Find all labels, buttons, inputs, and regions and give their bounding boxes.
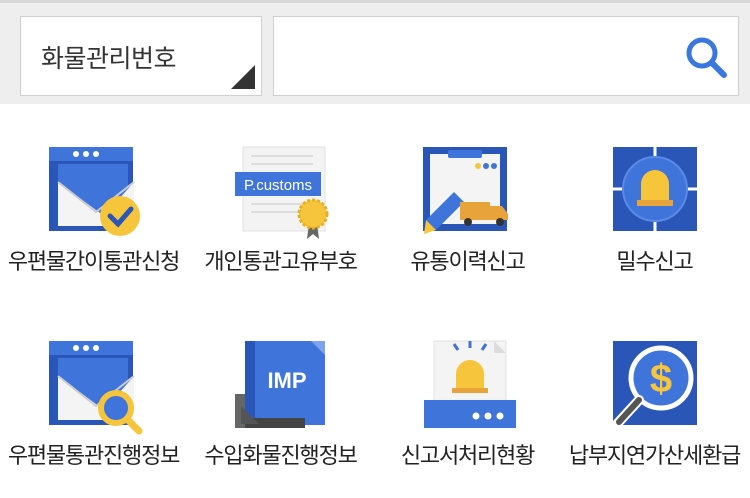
menu-item-mail-simple-clearance[interactable]: 우편물간이통관신청 xyxy=(0,104,187,298)
menu-item-label: 우편물간이통관신청 xyxy=(7,250,181,275)
menu-item-label: 밀수신고 xyxy=(616,250,693,275)
search-category-select[interactable]: 화물관리번호 xyxy=(20,16,262,96)
dollar-text: $ xyxy=(649,357,671,401)
menu-item-distribution-history[interactable]: 유통이력신고 xyxy=(374,104,561,298)
imp-text: IMP xyxy=(267,368,306,393)
menu-item-label: 신고서처리현황 xyxy=(400,444,535,469)
menu-item-personal-customs-code[interactable]: P.customs 개인통관고유부호 xyxy=(187,104,374,298)
menu-item-label: 납부지연가산세환급 xyxy=(568,444,742,469)
menu-item-late-payment-refund[interactable]: $ 납부지연가산세환급 xyxy=(561,298,748,492)
dollar-search-icon: $ xyxy=(611,341,697,429)
menu-item-mail-clearance-progress[interactable]: 우편물통관진행정보 xyxy=(0,298,187,492)
menu-item-label: 개인통관고유부호 xyxy=(204,250,358,275)
menu-item-import-cargo-progress[interactable]: IMP 수입화물진행정보 xyxy=(187,298,374,492)
search-field[interactable] xyxy=(273,16,739,96)
import-box-icon: IMP xyxy=(234,341,325,428)
search-icon[interactable] xyxy=(682,33,730,81)
menu-item-label: 수입화물진행정보 xyxy=(204,444,358,469)
siren-alert-icon xyxy=(612,147,697,231)
search-bar: 화물관리번호 xyxy=(0,0,750,104)
clipboard-truck-icon xyxy=(422,147,508,234)
menu-item-smuggling-report[interactable]: 밀수신고 xyxy=(561,104,748,298)
mail-check-icon xyxy=(48,147,140,236)
menu-item-label: 우편물통관진행정보 xyxy=(7,444,181,469)
pcustoms-certificate-icon: P.customs xyxy=(234,146,328,239)
dropdown-caret-icon xyxy=(231,65,255,89)
search-input[interactable] xyxy=(284,27,678,87)
search-category-label: 화물관리번호 xyxy=(41,44,177,73)
pcustoms-text: P.customs xyxy=(243,177,311,194)
mail-search-icon xyxy=(48,341,142,435)
report-siren-icon xyxy=(423,340,516,428)
service-menu-grid: 우편물간이통관신청 P.customs 개인통관고유부호 유통이력신고 밀수신고… xyxy=(0,104,750,498)
menu-item-report-processing-status[interactable]: 신고서처리현황 xyxy=(374,298,561,492)
menu-item-label: 유통이력신고 xyxy=(410,250,525,275)
